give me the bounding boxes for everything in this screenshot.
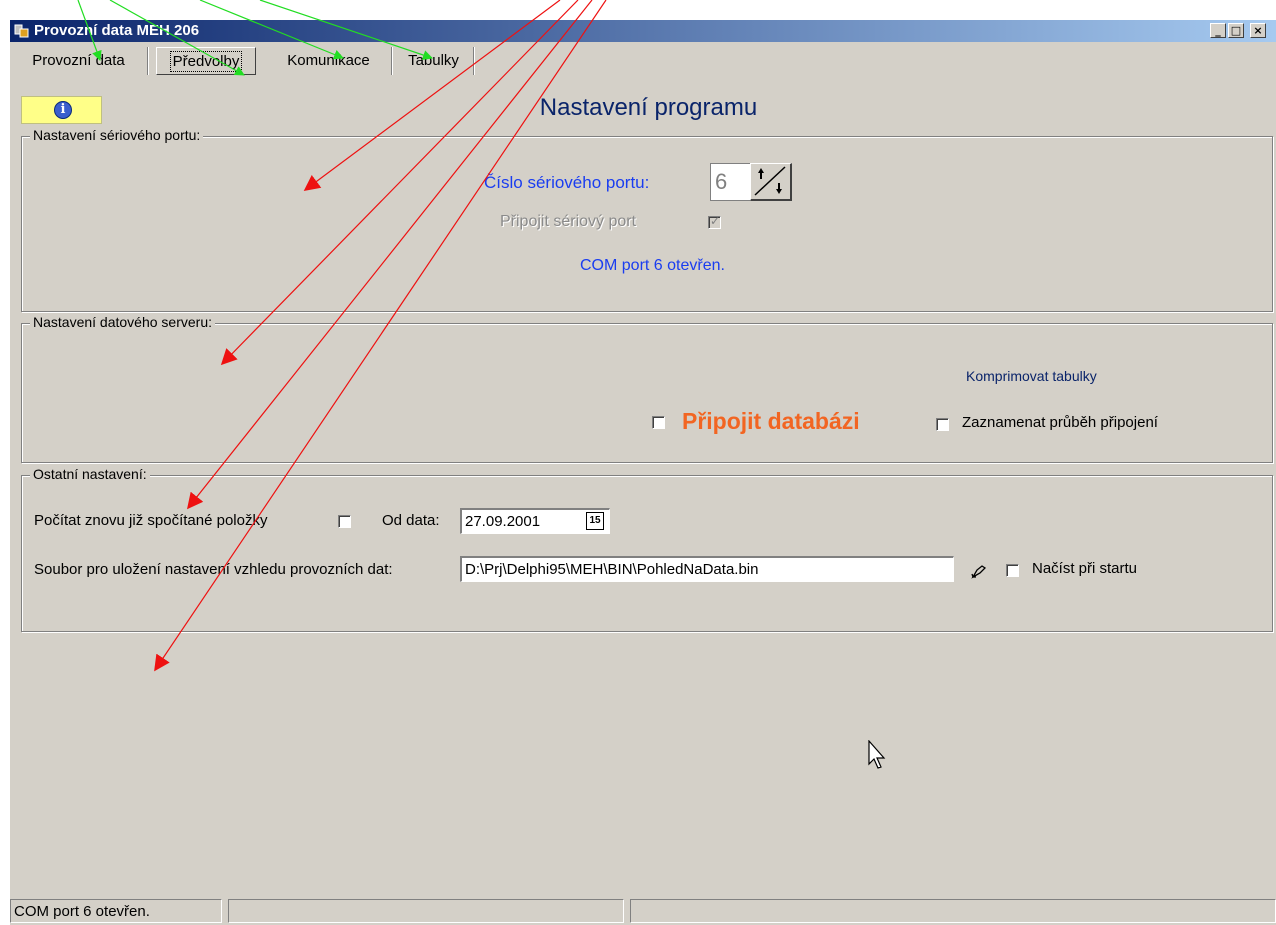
annotation-arrows [77, 0, 607, 672]
green-arrow [77, 0, 102, 61]
red-arrow [220, 0, 579, 366]
green-arrow [199, 0, 344, 60]
green-arrow [109, 0, 245, 76]
red-arrow [154, 0, 607, 672]
red-arrow [187, 0, 593, 510]
green-arrow [259, 0, 433, 60]
